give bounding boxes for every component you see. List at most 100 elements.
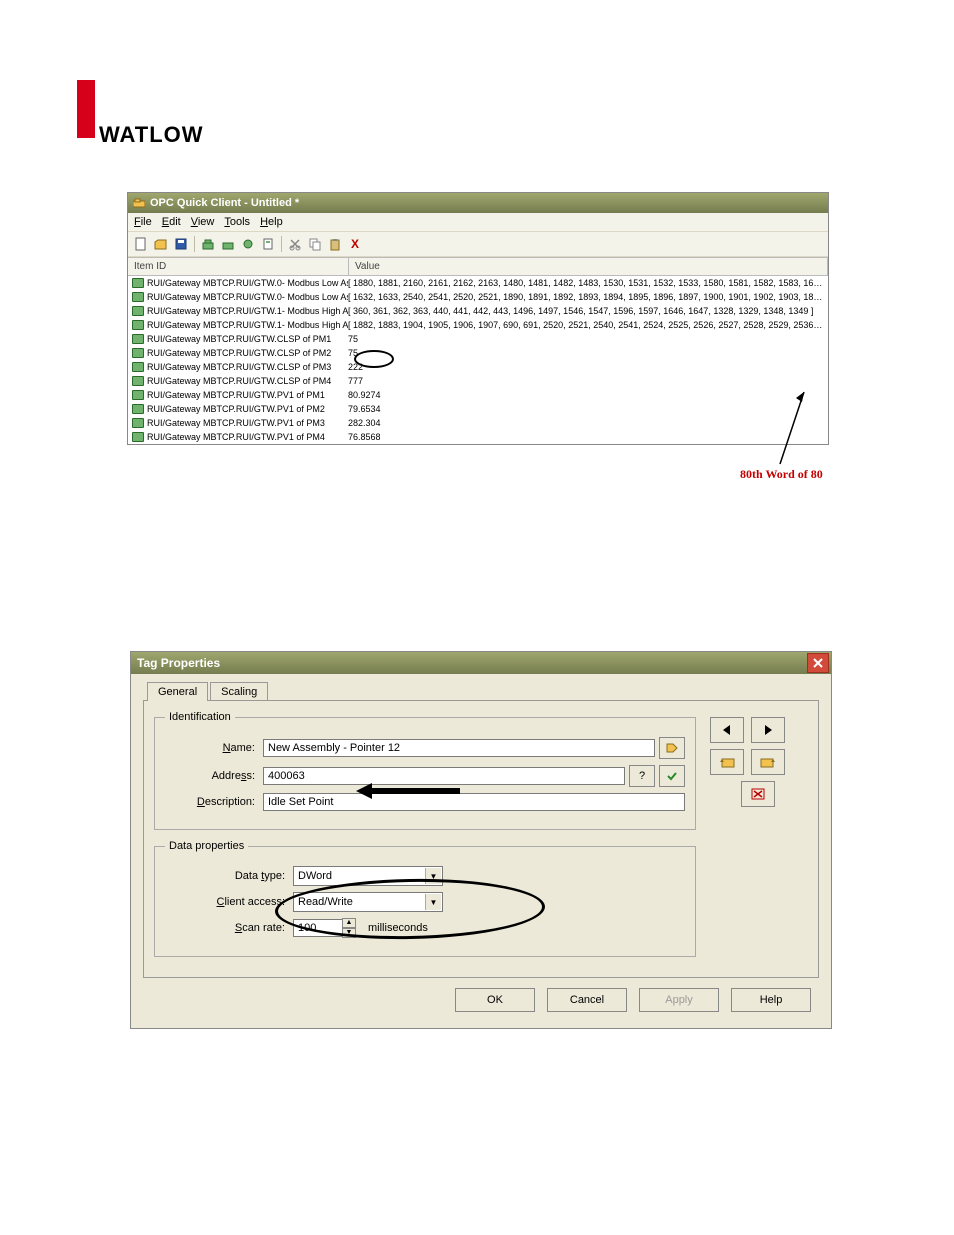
description-input[interactable] [263, 793, 685, 811]
tag-icon [132, 376, 144, 386]
item-id-cell: RUI/Gateway MBTCP.RUI/GTW.CLSP of PM1 [132, 334, 348, 344]
next-button[interactable] [751, 717, 785, 743]
item-id-text: RUI/Gateway MBTCP.RUI/GTW.CLSP of PM1 [147, 334, 331, 344]
nav-button-column [708, 711, 808, 967]
item-id-cell: RUI/Gateway MBTCP.RUI/GTW.CLSP of PM4 [132, 376, 348, 386]
item-id-text: RUI/Gateway MBTCP.RUI/GTW.CLSP of PM2 [147, 348, 331, 358]
arrow-address-icon [354, 783, 464, 799]
prev-button[interactable] [710, 717, 744, 743]
table-row[interactable]: RUI/Gateway MBTCP.RUI/GTW.0- Modbus Low … [128, 290, 828, 304]
item-id-cell: RUI/Gateway MBTCP.RUI/GTW.0- Modbus Low … [132, 292, 348, 302]
table-row[interactable]: RUI/Gateway MBTCP.RUI/GTW.PV1 of PM3 282.… [128, 416, 828, 430]
check-icon [666, 770, 678, 782]
item-id-cell: RUI/Gateway MBTCP.RUI/GTW.CLSP of PM3 [132, 362, 348, 372]
tool-button-1[interactable] [199, 235, 217, 253]
menubar: File Edit View Tools Help [128, 213, 828, 231]
folder-right-icon [759, 756, 777, 768]
table-row[interactable]: RUI/Gateway MBTCP.RUI/GTW.PV1 of PM279.6… [128, 402, 828, 416]
item-id-cell: RUI/Gateway MBTCP.RUI/GTW.PV1 of PM1 [132, 390, 348, 400]
item-id-text: RUI/Gateway MBTCP.RUI/GTW.0- Modbus Low … [147, 278, 348, 288]
menu-help[interactable]: Help [260, 216, 283, 228]
table-row[interactable]: RUI/Gateway MBTCP.RUI/GTW.CLSP of PM275 [128, 346, 828, 360]
delete-button[interactable]: X [346, 235, 364, 253]
item-id-cell: RUI/Gateway MBTCP.RUI/GTW.PV1 of PM4 [132, 432, 348, 442]
opc-quick-client-window: OPC Quick Client - Untitled * File Edit … [127, 192, 829, 445]
table-row[interactable]: RUI/Gateway MBTCP.RUI/GTW.PV1 of PM4 76.8… [128, 430, 828, 444]
folder-next-button[interactable] [751, 749, 785, 775]
open-button[interactable] [152, 235, 170, 253]
tab-general[interactable]: General [147, 682, 208, 701]
tag-icon [132, 278, 144, 288]
value-cell: 75 [348, 334, 824, 344]
close-button[interactable] [807, 653, 829, 673]
name-picker-button[interactable] [659, 737, 685, 759]
menu-file[interactable]: File [134, 216, 152, 228]
toolbar-separator [194, 236, 195, 252]
paste-button[interactable] [326, 235, 344, 253]
new-button[interactable] [132, 235, 150, 253]
value-cell: 282.304 [348, 418, 824, 428]
cancel-button[interactable]: Cancel [547, 988, 627, 1012]
value-cell: 777 [348, 376, 824, 386]
value-cell: 80.9274 [348, 390, 824, 400]
value-cell: 76.8568 [348, 432, 824, 442]
app-icon [132, 196, 146, 210]
watlow-logo: WATLOW [77, 80, 217, 170]
cut-button[interactable] [286, 235, 304, 253]
address-check-button[interactable] [659, 765, 685, 787]
item-id-cell: RUI/Gateway MBTCP.RUI/GTW.PV1 of PM3 [132, 418, 348, 428]
logo-zigzag-icon [80, 126, 94, 136]
ok-button[interactable]: OK [455, 988, 535, 1012]
menu-view[interactable]: View [191, 216, 215, 228]
menu-tools[interactable]: Tools [224, 216, 250, 228]
tag-icon [132, 390, 144, 400]
address-help-button[interactable]: ? [629, 765, 655, 787]
item-id-cell: RUI/Gateway MBTCP.RUI/GTW.CLSP of PM2 [132, 348, 348, 358]
copy-button[interactable] [306, 235, 324, 253]
apply-button[interactable]: Apply [639, 988, 719, 1012]
fieldset-identification: Identification Name: Address: ? [154, 711, 696, 830]
legend-identification: Identification [165, 711, 235, 723]
value-cell: 79.6534 [348, 404, 824, 414]
window-title: OPC Quick Client - Untitled * [150, 197, 299, 209]
table-row[interactable]: RUI/Gateway MBTCP.RUI/GTW.CLSP of PM3222 [128, 360, 828, 374]
circle-annotation-360-361 [354, 350, 394, 368]
folder-left-icon [718, 756, 736, 768]
tag-icon [132, 320, 144, 330]
save-button[interactable] [172, 235, 190, 253]
table-row[interactable]: RUI/Gateway MBTCP.RUI/GTW.1- Modbus High… [128, 304, 828, 318]
item-id-text: RUI/Gateway MBTCP.RUI/GTW.PV1 of PM3 [147, 418, 325, 428]
delete-x-icon [751, 788, 765, 800]
item-id-text: RUI/Gateway MBTCP.RUI/GTW.CLSP of PM3 [147, 362, 331, 372]
item-id-cell: RUI/Gateway MBTCP.RUI/GTW.1- Modbus High… [132, 306, 348, 316]
tag-icon [132, 348, 144, 358]
toolbar: X [128, 231, 828, 257]
table-row[interactable]: RUI/Gateway MBTCP.RUI/GTW.0- Modbus Low … [128, 276, 828, 290]
help-button[interactable]: Help [731, 988, 811, 1012]
tool-button-4[interactable] [259, 235, 277, 253]
tab-strip: General Scaling [143, 682, 819, 701]
tool-button-3[interactable] [239, 235, 257, 253]
triangle-right-icon [762, 724, 774, 736]
col-value[interactable]: Value [349, 258, 828, 275]
item-id-text: RUI/Gateway MBTCP.RUI/GTW.PV1 of PM4 [147, 432, 325, 442]
dialog-button-row: OK Cancel Apply Help [143, 978, 819, 1016]
tag-icon [132, 432, 144, 442]
tag-picker-icon [665, 742, 679, 754]
col-item-id[interactable]: Item ID [128, 258, 349, 275]
name-input[interactable] [263, 739, 655, 757]
table-row[interactable]: RUI/Gateway MBTCP.RUI/GTW.CLSP of PM4777 [128, 374, 828, 388]
table-row[interactable]: RUI/Gateway MBTCP.RUI/GTW.PV1 of PM180.9… [128, 388, 828, 402]
folder-prev-button[interactable] [710, 749, 744, 775]
item-id-text: RUI/Gateway MBTCP.RUI/GTW.0- Modbus Low … [147, 292, 348, 302]
delete-tag-button[interactable] [741, 781, 775, 807]
label-scanrate: Scan rate: [165, 922, 293, 934]
tab-scaling[interactable]: Scaling [210, 682, 268, 701]
table-row[interactable]: RUI/Gateway MBTCP.RUI/GTW.1- Modbus High… [128, 318, 828, 332]
tool-button-2[interactable] [219, 235, 237, 253]
titlebar: OPC Quick Client - Untitled * [128, 193, 828, 213]
table-row[interactable]: RUI/Gateway MBTCP.RUI/GTW.CLSP of PM1 75 [128, 332, 828, 346]
logo-text: WATLOW [99, 122, 204, 148]
value-cell: [ 1632, 1633, 2540, 2541, 2520, 2521, 18… [348, 292, 824, 302]
menu-edit[interactable]: Edit [162, 216, 181, 228]
